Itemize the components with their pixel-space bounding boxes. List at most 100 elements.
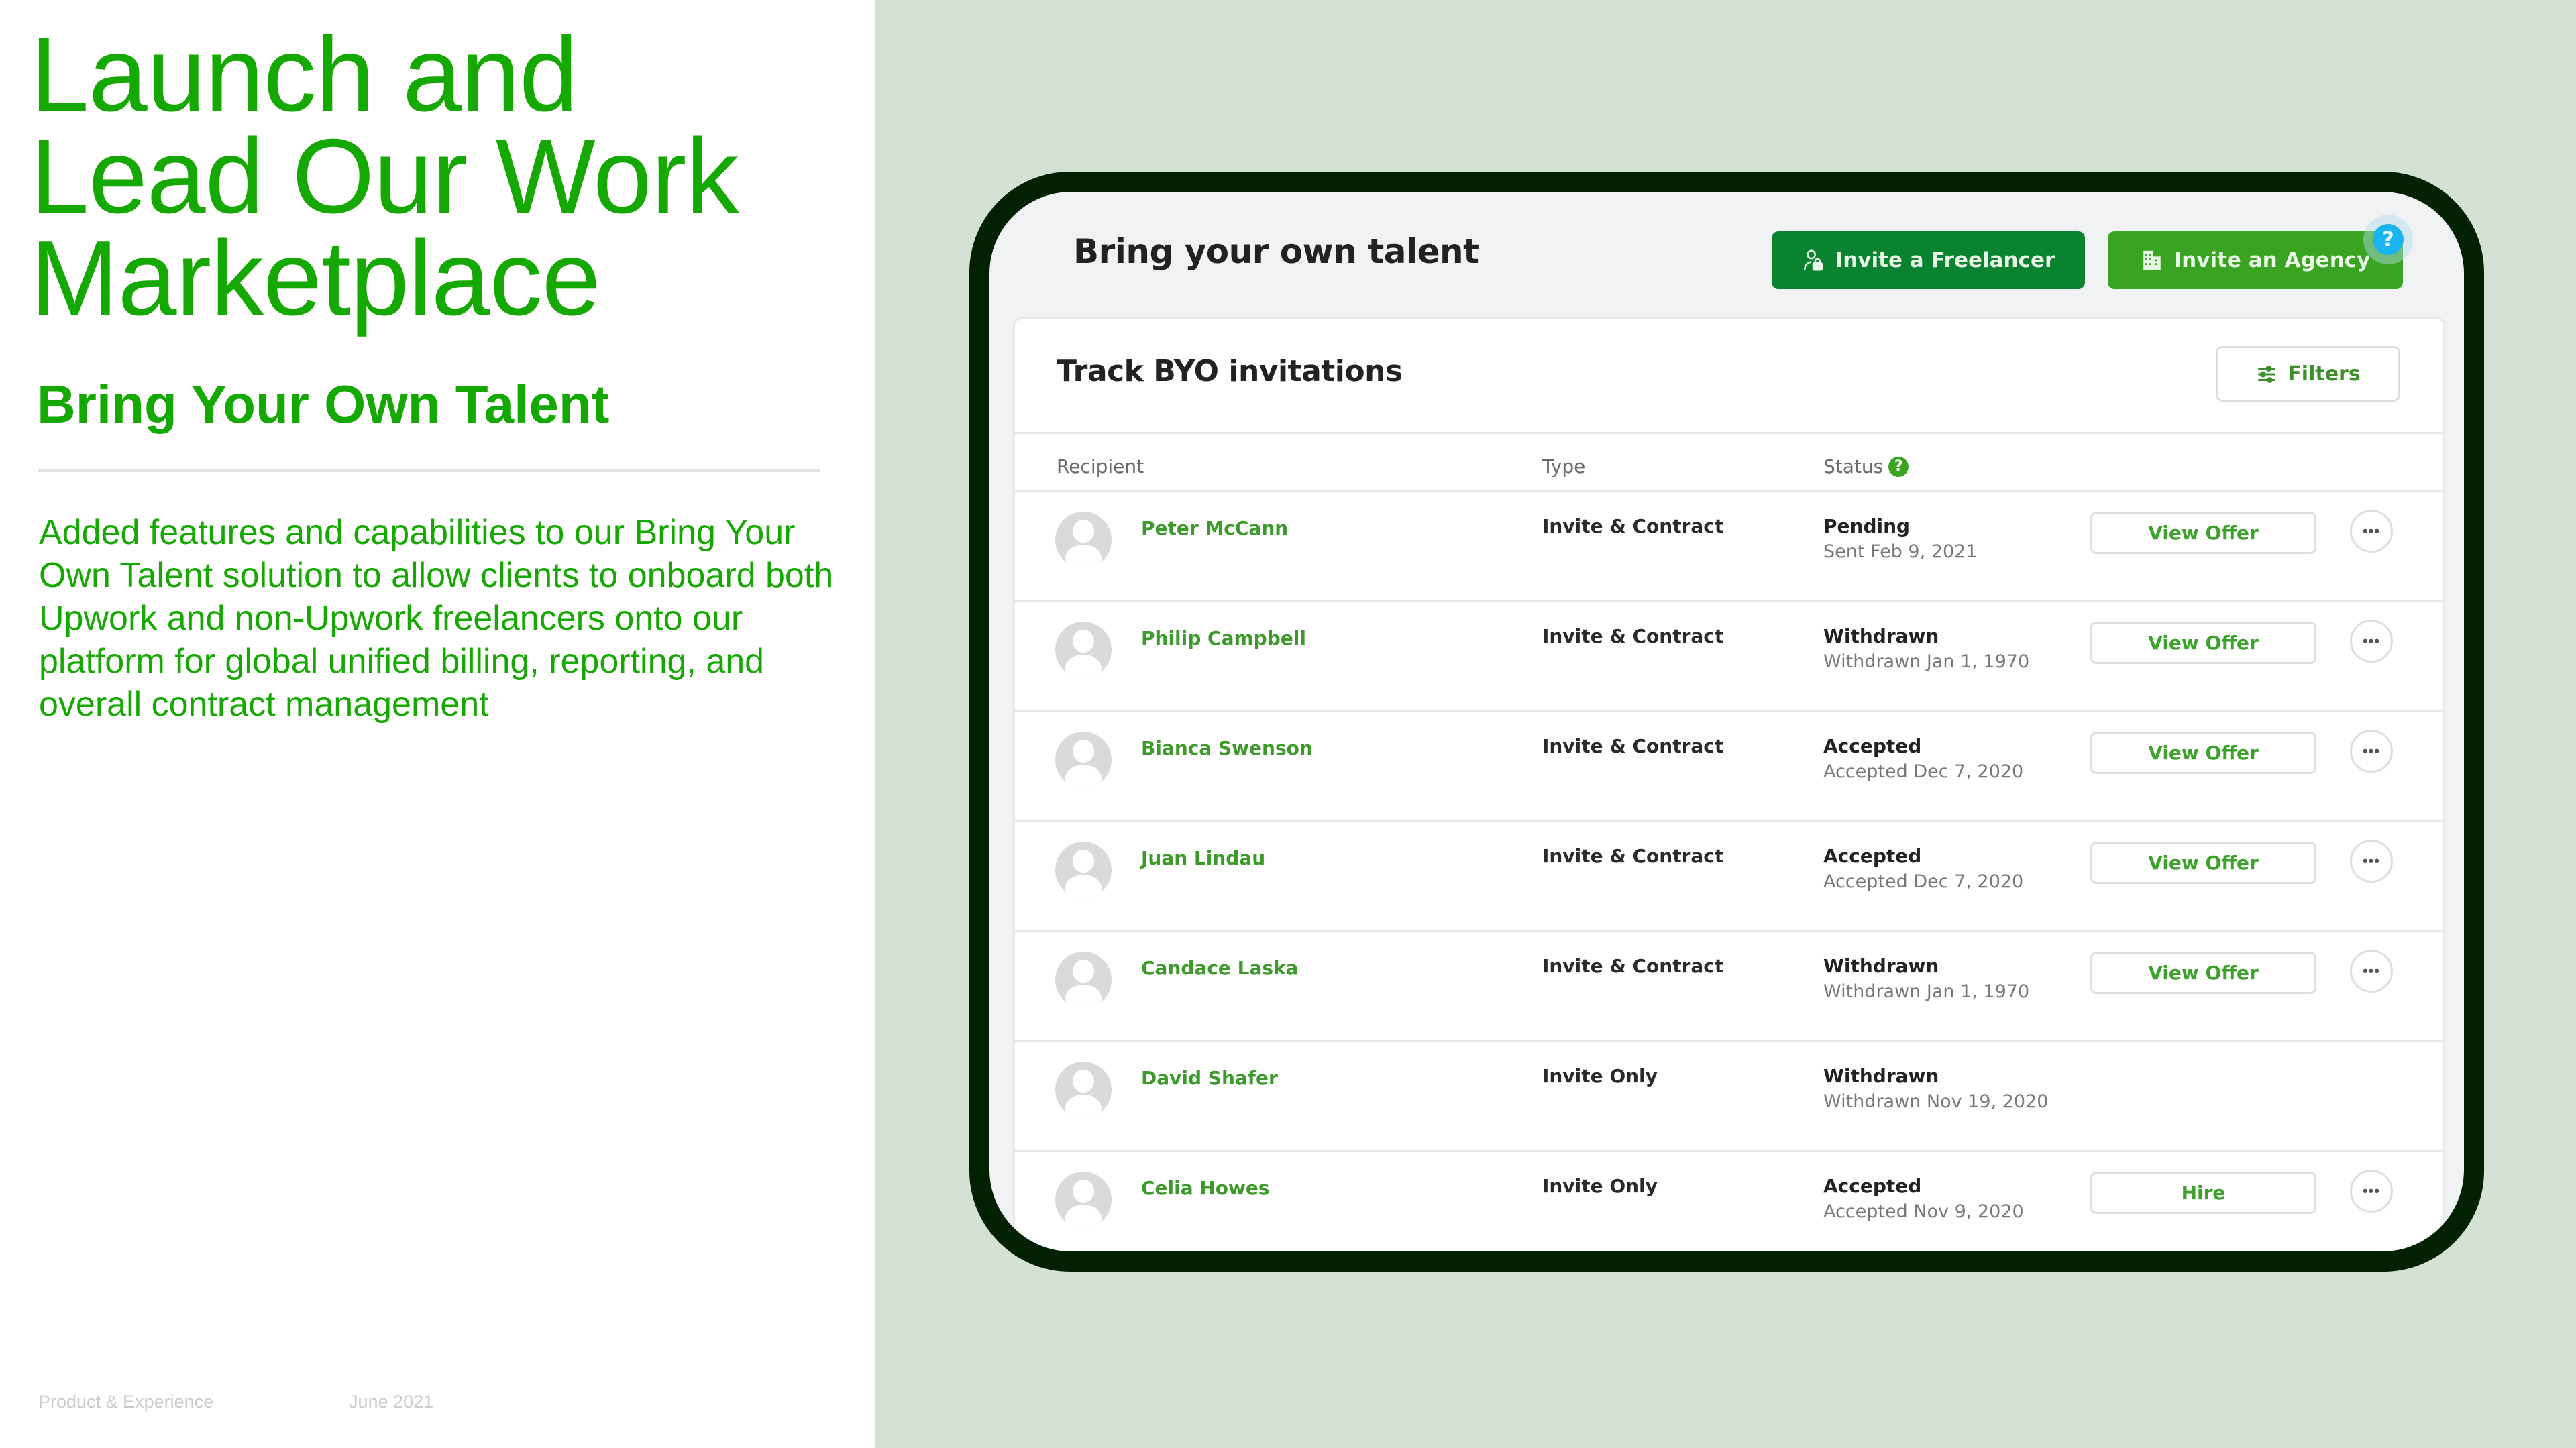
recipient-name-link[interactable]: Candace Laska xyxy=(1141,957,1299,979)
status-date: Withdrawn Jan 1, 1970 xyxy=(1823,981,2030,1002)
status-label: Withdrawn xyxy=(1823,1065,1939,1087)
avatar-head-shape xyxy=(1073,1180,1094,1203)
row-action-button[interactable]: View Offer xyxy=(2090,952,2316,994)
status-label: Withdrawn xyxy=(1823,955,1939,977)
status-label: Withdrawn xyxy=(1823,625,1939,647)
status-help-icon[interactable]: ? xyxy=(1888,456,1909,477)
avatar-body-shape xyxy=(1065,545,1102,568)
recipient-name-link[interactable]: David Shafer xyxy=(1141,1067,1278,1089)
avatar-head-shape xyxy=(1073,520,1094,543)
footer-date: June 2021 xyxy=(349,1392,434,1412)
table-row: David Shafer Invite Only Withdrawn Withd… xyxy=(1015,1040,2443,1150)
table-row: Philip Campbell Invite & Contract Withdr… xyxy=(1015,600,2443,710)
avatar-body-shape xyxy=(1065,1205,1102,1228)
row-action-button[interactable]: Hire xyxy=(2090,1172,2316,1214)
footer-department: Product & Experience xyxy=(38,1392,214,1412)
slide-title-line: Launch and xyxy=(30,15,578,133)
invitations-card: Track BYO invitations Filters Recipient … xyxy=(1013,317,2445,1251)
card-header-divider xyxy=(1015,432,2443,434)
invite-agency-label: Invite an Agency xyxy=(2174,248,2371,272)
invite-agency-button[interactable]: Invite an Agency xyxy=(2108,231,2403,289)
avatar xyxy=(1055,842,1112,898)
invitation-type: Invite & Contract xyxy=(1542,955,1724,977)
status-label: Pending xyxy=(1823,515,1911,537)
avatar-body-shape xyxy=(1065,985,1102,1008)
invitation-type: Invite & Contract xyxy=(1542,735,1724,757)
more-options-button[interactable]: ••• xyxy=(2350,510,2393,553)
slide-title-line: Marketplace xyxy=(30,219,601,337)
invitation-type: Invite & Contract xyxy=(1542,625,1724,647)
column-header-type: Type xyxy=(1542,455,1585,478)
page-title: Bring your own talent xyxy=(1073,232,1479,271)
column-header-status-label: Status xyxy=(1823,455,1884,478)
recipient-name-link[interactable]: Celia Howes xyxy=(1141,1177,1270,1199)
avatar xyxy=(1055,952,1112,1008)
row-action-button[interactable]: View Offer xyxy=(2090,732,2316,774)
avatar xyxy=(1055,1062,1112,1118)
status-label: Accepted xyxy=(1823,735,1922,757)
invite-freelancer-button[interactable]: Invite a Freelancer xyxy=(1772,231,2085,289)
status-date: Accepted Dec 7, 2020 xyxy=(1823,761,2024,782)
avatar-head-shape xyxy=(1073,960,1094,983)
more-options-button[interactable]: ••• xyxy=(2350,730,2393,773)
slide-title: Launch and Lead Our Work Marketplace xyxy=(30,15,869,337)
column-header-status: Status ? xyxy=(1823,455,1909,478)
status-date: Sent Feb 9, 2021 xyxy=(1823,541,1978,562)
avatar xyxy=(1055,622,1112,678)
invitation-type: Invite & Contract xyxy=(1542,515,1724,537)
filters-label: Filters xyxy=(2288,362,2361,386)
avatar-head-shape xyxy=(1073,850,1094,873)
row-action-button[interactable]: View Offer xyxy=(2090,842,2316,884)
user-lock-icon xyxy=(1803,249,1823,271)
slide-text-panel: Launch and Lead Our Work Marketplace Bri… xyxy=(0,0,875,1448)
help-icon[interactable]: ? xyxy=(2373,224,2404,255)
column-header-recipient-label: Recipient xyxy=(1057,455,1144,478)
recipient-name-link[interactable]: Bianca Swenson xyxy=(1141,737,1313,759)
status-label: Accepted xyxy=(1823,845,1922,867)
recipient-name-link[interactable]: Peter McCann xyxy=(1141,517,1288,539)
slide-title-line: Lead Our Work xyxy=(30,117,739,235)
column-header-type-label: Type xyxy=(1542,455,1586,478)
card-title: Track BYO invitations xyxy=(1057,354,1403,388)
slide-subtitle: Bring Your Own Talent xyxy=(37,374,610,434)
more-options-button[interactable]: ••• xyxy=(2350,1170,2393,1213)
more-options-button[interactable]: ••• xyxy=(2350,620,2393,663)
avatar-head-shape xyxy=(1073,740,1094,763)
table-row: Juan Lindau Invite & Contract Accepted A… xyxy=(1015,820,2443,930)
column-header-recipient: Recipient xyxy=(1057,455,1144,478)
status-date: Accepted Nov 9, 2020 xyxy=(1823,1201,2024,1222)
row-action-button[interactable]: View Offer xyxy=(2090,622,2316,664)
building-icon xyxy=(2143,250,2161,270)
status-date: Withdrawn Jan 1, 1970 xyxy=(1823,651,2030,672)
invite-freelancer-label: Invite a Freelancer xyxy=(1835,248,2055,272)
row-action-button[interactable]: View Offer xyxy=(2090,512,2316,554)
avatar xyxy=(1055,1172,1112,1228)
avatar-body-shape xyxy=(1065,1095,1102,1118)
recipient-name-link[interactable]: Juan Lindau xyxy=(1141,847,1265,869)
device-screen: Bring your own talent Invite a Freelance… xyxy=(989,192,2464,1251)
status-date: Accepted Dec 7, 2020 xyxy=(1823,871,2024,892)
table-row: Celia Howes Invite Only Accepted Accepte… xyxy=(1015,1150,2443,1251)
avatar xyxy=(1055,512,1112,568)
avatar-head-shape xyxy=(1073,1070,1094,1093)
table-row: Bianca Swenson Invite & Contract Accepte… xyxy=(1015,710,2443,820)
table-row: Candace Laska Invite & Contract Withdraw… xyxy=(1015,930,2443,1040)
avatar xyxy=(1055,732,1112,788)
avatar-head-shape xyxy=(1073,630,1094,653)
more-options-button[interactable]: ••• xyxy=(2350,950,2393,993)
invitation-type: Invite Only xyxy=(1542,1175,1658,1197)
recipient-name-link[interactable]: Philip Campbell xyxy=(1141,627,1306,649)
device-frame: Bring your own talent Invite a Freelance… xyxy=(969,172,2484,1272)
more-options-button[interactable]: ••• xyxy=(2350,840,2393,883)
status-label: Accepted xyxy=(1823,1175,1922,1197)
table-row: Peter McCann Invite & Contract Pending S… xyxy=(1015,490,2443,600)
status-date: Withdrawn Nov 19, 2020 xyxy=(1823,1091,2049,1112)
avatar-body-shape xyxy=(1065,765,1102,788)
slide-body: Added features and capabilities to our B… xyxy=(39,513,834,724)
sliders-icon xyxy=(2258,365,2276,383)
invitation-type: Invite Only xyxy=(1542,1065,1658,1087)
filters-button[interactable]: Filters xyxy=(2216,346,2400,402)
avatar-body-shape xyxy=(1065,655,1102,678)
slide-divider xyxy=(38,469,820,472)
invitation-type: Invite & Contract xyxy=(1542,845,1724,867)
